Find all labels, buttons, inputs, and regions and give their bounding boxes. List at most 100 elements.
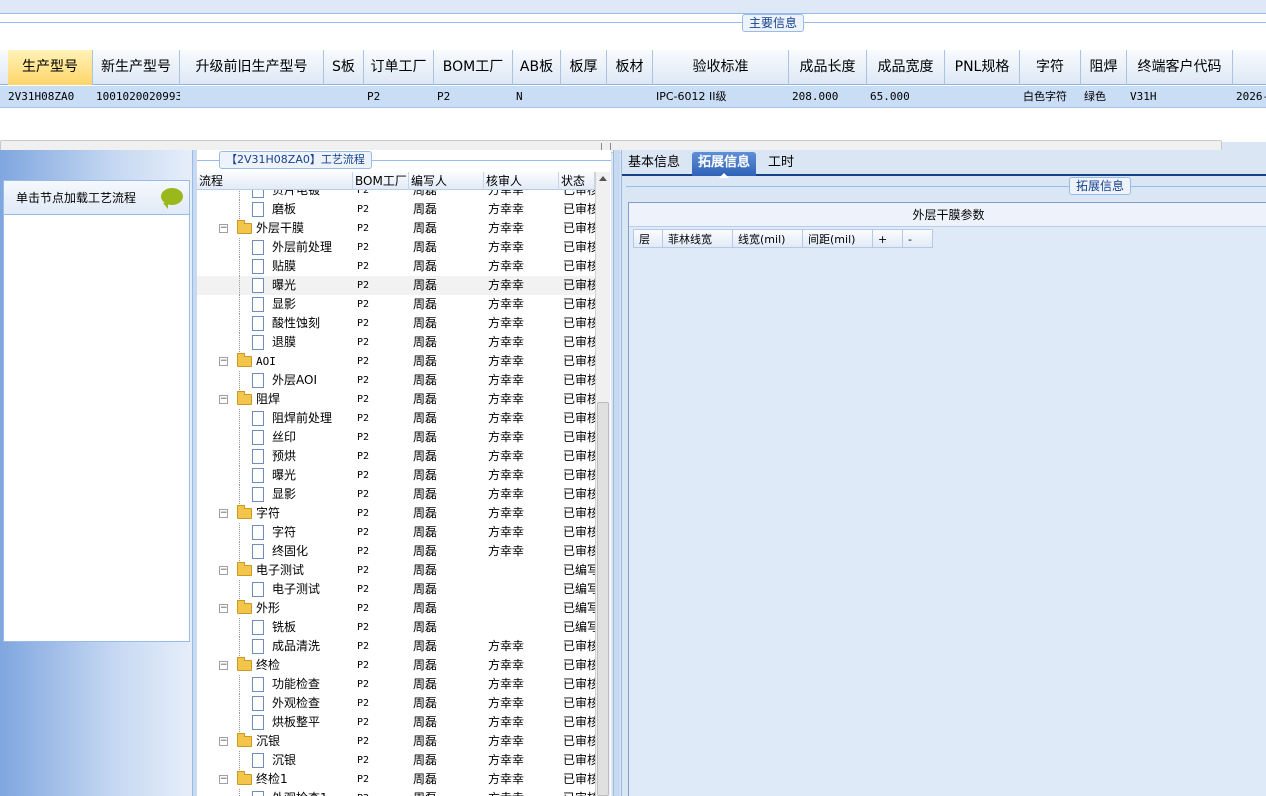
process-step-name[interactable]: 外形 [256,599,280,618]
column-header-1[interactable]: 新生产型号 [93,50,180,85]
tree-row[interactable]: − AOI P2 周磊 方幸幸 已审核 [197,352,595,371]
column-header-7[interactable]: 板厚 [561,50,607,85]
column-header-4[interactable]: 订单工厂 [364,50,434,85]
tree-row[interactable]: − 字符 P2 周磊 方幸幸 已审核 [197,504,595,523]
tree-row[interactable]: 终固化 P2 周磊 方幸幸 已审核 [197,542,595,561]
param-column-1[interactable]: 菲林线宽 [663,229,733,248]
tree-column-1[interactable]: BOM工厂 [353,172,409,190]
tree-row[interactable]: 外观检查 P2 周磊 方幸幸 已审核 [197,694,595,713]
tree-row[interactable]: − 外形 P2 周磊 已编写 [197,599,595,618]
process-step-name[interactable]: 烘板整平 [272,713,320,732]
process-step-name[interactable]: AOI [256,352,276,371]
main-grid-row[interactable]: 2V31H08ZA0 10010200209933 P2 P2 N IPC-6012 II… [0,86,1266,108]
tree-row[interactable]: 酸性蚀刻 P2 周磊 方幸幸 已审核 [197,314,595,333]
tab-2[interactable]: 工时 [762,152,800,176]
collapse-toggle-icon[interactable]: − [219,395,228,404]
node-hint-box[interactable]: 单击节点加载工艺流程 [3,180,190,642]
tree-row[interactable]: 铣板 P2 周磊 已编写 [197,618,595,637]
process-step-name[interactable]: 铣板 [272,618,296,637]
param-column-0[interactable]: 层 [633,229,663,248]
process-step-name[interactable]: 终检 [256,656,280,675]
node-hint-header[interactable]: 单击节点加载工艺流程 [4,181,189,215]
main-row-cell-10[interactable]: 208.000 [789,86,867,108]
process-step-name[interactable]: 外层AOI [272,371,317,390]
main-row-cell-6[interactable]: N [513,86,561,108]
tree-column-2[interactable]: 编写人 [409,172,484,190]
main-row-cell-14[interactable]: 绿色 [1081,86,1127,108]
process-step-name[interactable]: 外观检查 [272,694,320,713]
column-header-11[interactable]: 成品宽度 [867,50,945,85]
param-column-4[interactable]: + [873,229,903,248]
column-header-3[interactable]: S板 [324,50,364,85]
collapse-toggle-icon[interactable]: − [219,357,228,366]
main-row-cell-4[interactable]: P2 [364,86,434,108]
tab-0[interactable]: 基本信息 [622,152,686,176]
process-step-name[interactable]: 外层前处理 [272,238,332,257]
tree-row[interactable]: 磨板 P2 周磊 方幸幸 已审核 [197,200,595,219]
tab-1[interactable]: 拓展信息 [692,152,757,178]
process-step-name[interactable]: 终检1 [256,770,288,789]
main-row-cell-0[interactable]: 2V31H08ZA0 [5,86,90,108]
param-column-2[interactable]: 线宽(mil) [733,229,803,248]
process-step-name[interactable]: 电子测试 [256,561,304,580]
main-row-cell-11[interactable]: 65.000 [867,86,945,108]
process-step-name[interactable]: 阻焊前处理 [272,409,332,428]
right-splitter[interactable] [613,150,620,796]
param-column-3[interactable]: 间距(mil) [803,229,873,248]
collapse-toggle-icon[interactable]: − [219,775,228,784]
tree-row[interactable]: 曝光 P2 周磊 方幸幸 已审核 [197,276,595,295]
process-step-name[interactable]: 显影 [272,295,296,314]
main-row-cell-16[interactable]: 2026-03 [1233,86,1266,108]
tree-row[interactable]: 外层前处理 P2 周磊 方幸幸 已审核 [197,238,595,257]
main-row-cell-15[interactable]: V31H [1127,86,1233,108]
process-step-name[interactable]: 退膜 [272,333,296,352]
column-header-15[interactable]: 终端客户代码 [1127,50,1233,85]
process-step-name[interactable]: 字符 [272,523,296,542]
tree-row[interactable]: 外观检查1 P2 周磊方幸幸 已审核 [197,789,595,796]
tree-row[interactable]: 阻焊前处理 P2 周磊 方幸幸 已审核 [197,409,595,428]
main-row-cell-5[interactable]: P2 [434,86,513,108]
process-step-name[interactable]: 酸性蚀刻 [272,314,320,333]
main-row-cell-13[interactable]: 白色字符 [1020,86,1081,108]
main-row-cell-3[interactable] [324,86,364,108]
process-step-name[interactable]: 字符 [256,504,280,523]
scrollbar-grip-icon[interactable] [601,143,611,150]
process-step-name[interactable]: 外观检查1 [272,789,328,796]
tree-vertical-scrollbar[interactable] [595,172,610,796]
collapse-toggle-icon[interactable]: − [219,224,228,233]
process-step-name[interactable]: 沉银 [256,732,280,751]
tree-row[interactable]: 负片电镀 P2 周磊 方幸幸 已审核 [197,190,595,200]
column-header-14[interactable]: 阻焊 [1081,50,1127,85]
tree-row[interactable]: 退膜 P2 周磊 方幸幸 已审核 [197,333,595,352]
process-step-name[interactable]: 磨板 [272,200,296,219]
param-column-5[interactable]: - [903,229,933,248]
tree-row[interactable]: 成品清洗 P2 周磊 方幸幸 已审核 [197,637,595,656]
process-step-name[interactable]: 阻焊 [256,390,280,409]
process-step-name[interactable]: 负片电镀 [272,190,320,200]
main-row-cell-9[interactable]: IPC-6012 II级 [653,86,789,108]
main-row-cell-12[interactable] [945,86,1020,108]
tree-row[interactable]: 电子测试 P2 周磊 已编写 [197,580,595,599]
column-header-5[interactable]: BOM工厂 [434,50,513,85]
tree-row[interactable]: − 终检 P2 周磊 方幸幸 已审核 [197,656,595,675]
tree-row[interactable]: − 沉银 P2 周磊 方幸幸 已审核 [197,732,595,751]
tree-row[interactable]: − 终检1 P2 周磊 方幸幸 已审核 [197,770,595,789]
collapse-toggle-icon[interactable]: − [219,661,228,670]
tree-row[interactable]: 显影 P2 周磊 方幸幸 已审核 [197,295,595,314]
tree-column-0[interactable]: 流程 [197,172,353,190]
tree-column-4[interactable]: 状态 [559,172,595,190]
column-header-2[interactable]: 升级前旧生产型号 [180,50,324,85]
scroll-up-icon[interactable] [599,176,607,181]
tree-row[interactable]: 烘板整平 P2 周磊 方幸幸 已审核 [197,713,595,732]
column-header-8[interactable]: 板材 [607,50,653,85]
column-header-13[interactable]: 字符 [1020,50,1081,85]
main-row-cell-7[interactable] [561,86,607,108]
process-step-name[interactable]: 贴膜 [272,257,296,276]
process-step-name[interactable]: 曝光 [272,276,296,295]
process-step-name[interactable]: 电子测试 [272,580,320,599]
tree-column-3[interactable]: 核审人 [484,172,559,190]
process-step-name[interactable]: 成品清洗 [272,637,320,656]
process-step-name[interactable]: 丝印 [272,428,296,447]
column-header-6[interactable]: AB板 [513,50,561,85]
tree-row[interactable]: − 阻焊 P2 周磊 方幸幸 已审核 [197,390,595,409]
